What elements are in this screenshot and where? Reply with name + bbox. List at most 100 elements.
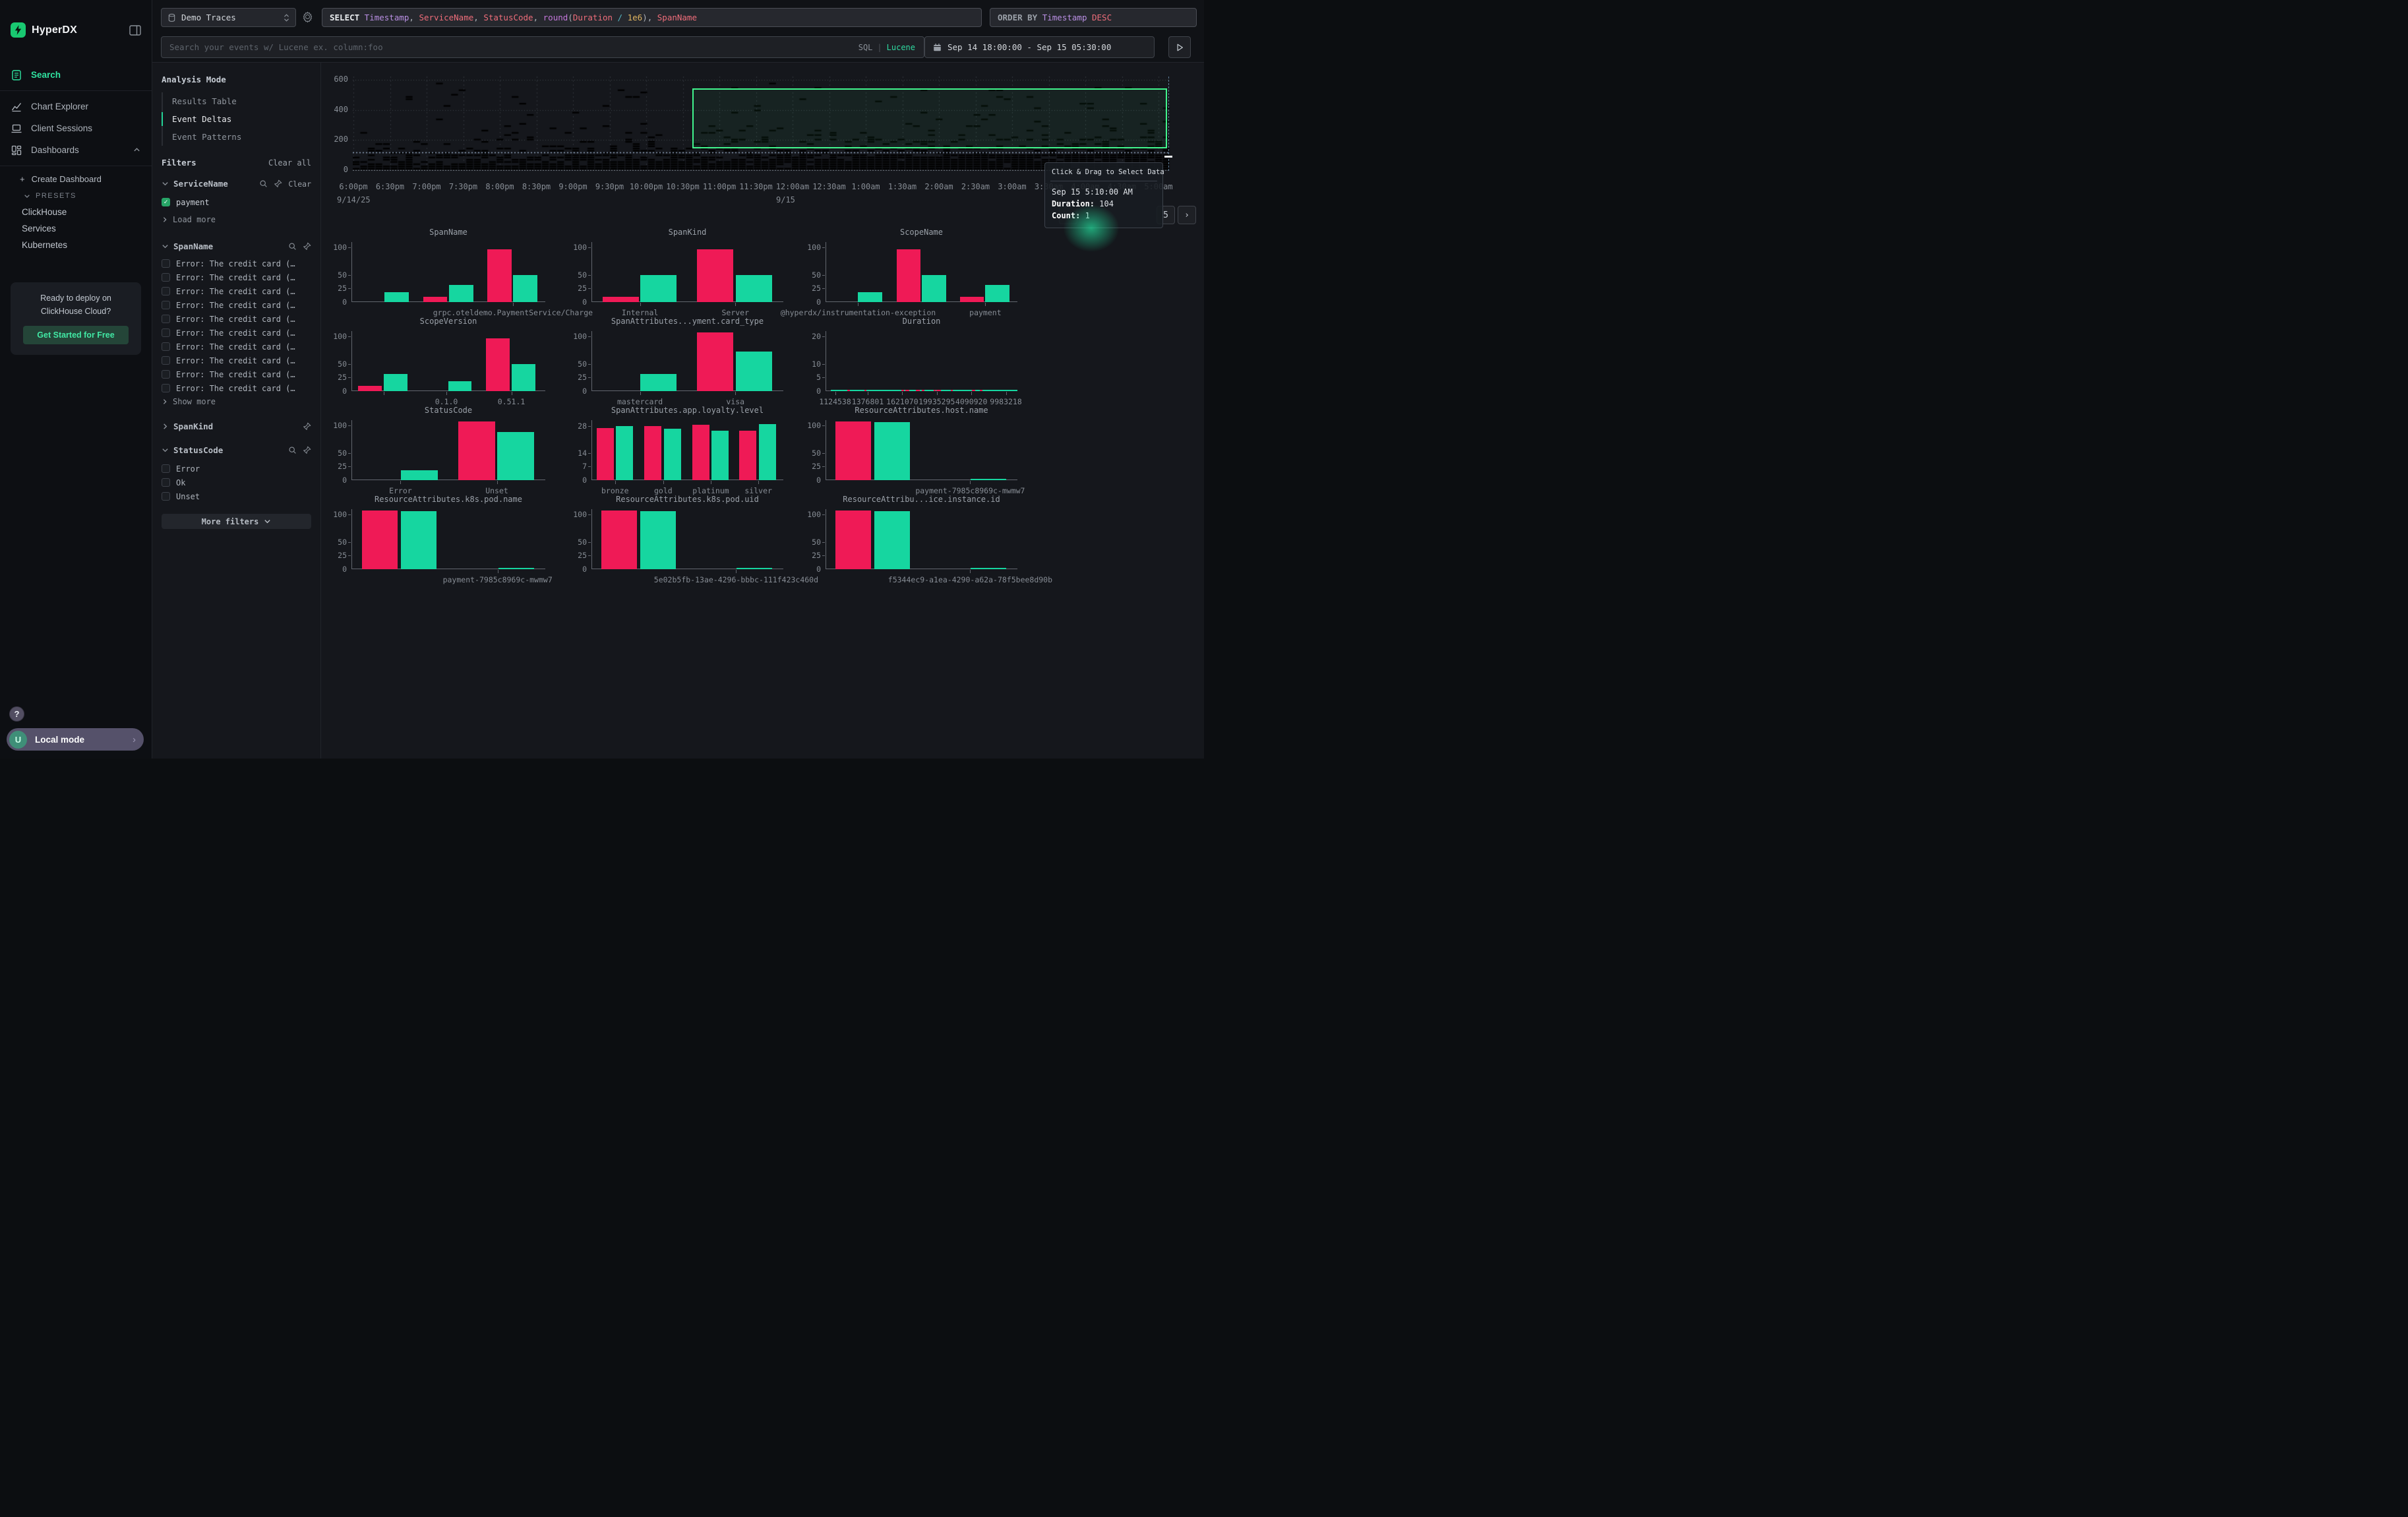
mini-chart-resourceattributes-k8s-pod-uid-bar[interactable] [737, 568, 772, 569]
preset-link-kubernetes[interactable]: Kubernetes [0, 237, 152, 253]
gear-icon[interactable] [302, 11, 313, 22]
mini-chart-resourceattributes-k8s-pod-name-bar[interactable] [498, 568, 534, 569]
order-by-editor[interactable]: ORDER BY Timestamp DESC [990, 8, 1197, 27]
mini-chart-scopeversion-bar[interactable] [384, 374, 407, 391]
run-query-button[interactable] [1168, 36, 1191, 58]
checkbox[interactable] [162, 492, 170, 501]
checkbox[interactable] [162, 478, 170, 487]
checkbox[interactable] [162, 328, 170, 337]
mini-chart-spankind-bar[interactable] [603, 297, 639, 302]
mini-chart-resourceattributes-host-name-bar[interactable] [835, 421, 871, 480]
search-icon[interactable] [288, 446, 297, 454]
mini-chart-scopename-bar[interactable] [922, 275, 946, 302]
mini-chart-statuscode-bar[interactable] [401, 470, 438, 480]
pin-icon[interactable] [303, 242, 311, 251]
filter-item-spanname-0[interactable]: Error: The credit card (… [162, 257, 311, 270]
sql-select-editor[interactable]: SELECT Timestamp, ServiceName, StatusCod… [322, 8, 982, 27]
sql-toggle[interactable]: SQL [858, 43, 873, 52]
pin-icon[interactable] [274, 179, 282, 188]
mini-chart-scopename-bar[interactable] [985, 285, 1009, 302]
filter-item-spanname-7[interactable]: Error: The credit card (… [162, 354, 311, 367]
mini-chart-scopename-bar[interactable] [897, 249, 920, 302]
date-range-picker[interactable]: Sep 14 18:00:00 - Sep 15 05:30:00 [924, 36, 1155, 58]
filter-item-spanname-8[interactable]: Error: The credit card (… [162, 367, 311, 381]
pin-icon[interactable] [303, 422, 311, 431]
checkbox[interactable] [162, 259, 170, 268]
search-icon[interactable] [288, 242, 297, 251]
filter-item-spanname-3[interactable]: Error: The credit card (… [162, 298, 311, 312]
heatmap-drag-handle[interactable] [1164, 156, 1172, 158]
checkbox[interactable] [162, 464, 170, 473]
mini-chart-scopeversion-bar[interactable] [358, 386, 381, 391]
mini-chart-spanattributes-app-loyalty-level-bar[interactable] [644, 426, 661, 480]
checkbox[interactable] [162, 342, 170, 351]
analysis-mode-event-deltas[interactable]: Event Deltas [163, 110, 311, 128]
mini-chart-scopeversion-bar[interactable] [486, 338, 509, 391]
mini-chart-spanattributes-app-loyalty-level-bar[interactable] [711, 431, 729, 480]
chevron-down-icon[interactable] [162, 243, 169, 250]
mini-chart-spanattributes-app-loyalty-level-bar[interactable] [597, 428, 614, 480]
checkbox[interactable] [162, 356, 170, 365]
filter-item-spanname-9[interactable]: Error: The credit card (… [162, 381, 311, 395]
mini-chart-resourceattribu-ice-instance-id-bar[interactable] [835, 511, 871, 569]
search-input[interactable] [162, 42, 858, 52]
mini-chart-spankind-bar[interactable] [640, 275, 677, 302]
analysis-mode-results-table[interactable]: Results Table [163, 92, 311, 110]
filter-item-spanname-6[interactable]: Error: The credit card (… [162, 340, 311, 354]
mini-chart-statuscode-bar[interactable] [458, 421, 495, 480]
filter-item-ok[interactable]: Ok [162, 476, 311, 489]
mini-chart-spanattributes-app-loyalty-level-bar[interactable] [616, 426, 633, 480]
filter-item-payment[interactable]: ✓payment [162, 195, 311, 209]
clear-all-button[interactable]: Clear all [268, 158, 311, 168]
mini-chart-scopeversion-bar[interactable] [512, 364, 535, 391]
checkbox[interactable] [162, 301, 170, 309]
mini-chart-spanattributes-app-loyalty-level-bar[interactable] [692, 425, 709, 480]
clear-service-filter[interactable]: Clear [288, 179, 311, 189]
checkbox[interactable] [162, 273, 170, 282]
mini-chart-spanname-bar[interactable] [449, 285, 473, 302]
filter-item-unset[interactable]: Unset [162, 489, 311, 503]
heatmap-selection-region[interactable] [692, 88, 1167, 148]
mini-chart-scopename-bar[interactable] [858, 292, 882, 302]
mini-chart-resourceattributes-k8s-pod-name-bar[interactable] [401, 511, 436, 569]
mini-chart-spanname-bar[interactable] [384, 292, 409, 302]
filter-item-spanname-1[interactable]: Error: The credit card (… [162, 270, 311, 284]
chevron-down-icon[interactable] [162, 180, 169, 187]
mini-chart-spanattributes-yment-card-type-bar[interactable] [697, 332, 733, 391]
mini-chart-scopeversion-bar[interactable] [448, 381, 471, 391]
load-more-button[interactable]: Load more [162, 213, 311, 226]
next-page-button[interactable]: › [1178, 206, 1196, 224]
checkbox[interactable]: ✓ [162, 198, 170, 206]
pin-icon[interactable] [303, 446, 311, 454]
preset-link-clickhouse[interactable]: ClickHouse [0, 204, 152, 220]
mini-chart-resourceattributes-k8s-pod-uid-bar[interactable] [640, 511, 676, 569]
mini-chart-resourceattribu-ice-instance-id-bar[interactable] [971, 568, 1006, 569]
mini-chart-resourceattributes-k8s-pod-uid-bar[interactable] [601, 511, 637, 569]
filter-item-spanname-5[interactable]: Error: The credit card (… [162, 326, 311, 340]
mini-chart-resourceattributes-host-name-bar[interactable] [874, 422, 910, 480]
preset-link-services[interactable]: Services [0, 220, 152, 237]
checkbox[interactable] [162, 370, 170, 379]
mini-chart-spanattributes-yment-card-type-bar[interactable] [736, 352, 772, 391]
mini-chart-statuscode-bar[interactable] [497, 432, 534, 480]
mini-chart-resourceattribu-ice-instance-id-bar[interactable] [874, 511, 910, 569]
local-mode-menu[interactable]: U Local mode › [7, 728, 144, 751]
checkbox[interactable] [162, 315, 170, 323]
filter-item-spanname-4[interactable]: Error: The credit card (… [162, 312, 311, 326]
mini-chart-resourceattributes-k8s-pod-name-bar[interactable] [362, 511, 398, 569]
get-started-button[interactable]: Get Started for Free [23, 326, 129, 344]
mini-chart-spanattributes-app-loyalty-level-bar[interactable] [759, 424, 776, 480]
sidebar-item-search[interactable]: Search [0, 64, 152, 86]
mini-chart-spanattributes-app-loyalty-level-bar[interactable] [739, 431, 756, 480]
presets-toggle[interactable]: PRESETS [0, 187, 152, 204]
mini-chart-resourceattributes-host-name-bar[interactable] [971, 479, 1006, 480]
chevron-up-icon[interactable] [133, 146, 140, 154]
mini-chart-spanattributes-yment-card-type-bar[interactable] [640, 374, 677, 391]
create-dashboard-button[interactable]: + Create Dashboard [0, 171, 152, 187]
sidebar-item-dashboards[interactable]: Dashboards [0, 139, 152, 161]
mini-chart-spanname-bar[interactable] [487, 249, 512, 302]
help-button[interactable]: ? [9, 706, 24, 722]
mini-chart-spankind-bar[interactable] [736, 275, 772, 302]
sidebar-item-client-sessions[interactable]: Client Sessions [0, 117, 152, 139]
mini-chart-scopename-bar[interactable] [960, 297, 984, 302]
